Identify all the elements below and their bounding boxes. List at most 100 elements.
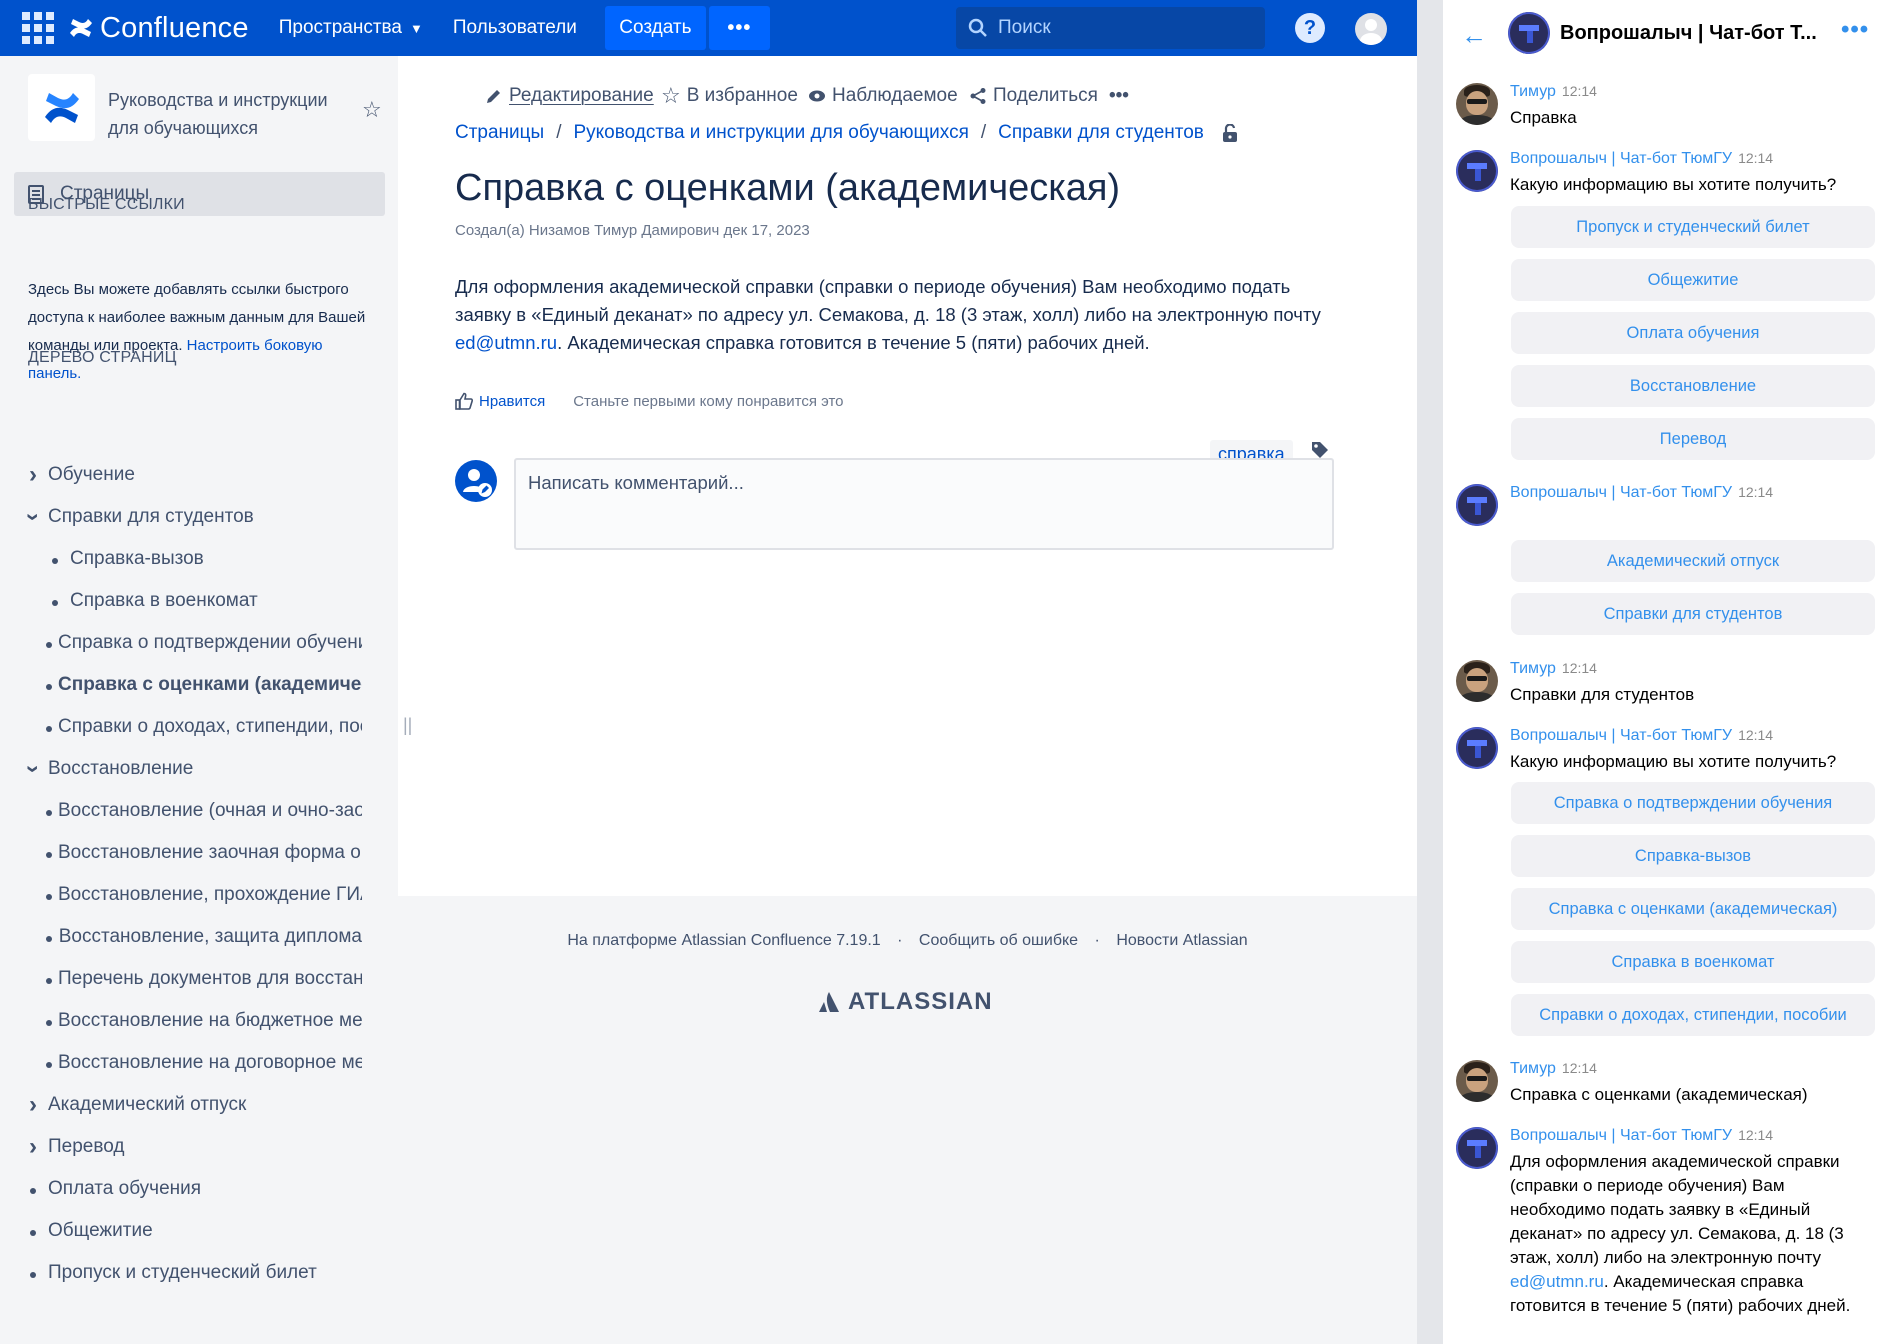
app-switcher-icon[interactable] xyxy=(20,10,56,46)
page-tree-item[interactable]: Общежитие xyxy=(0,1210,362,1252)
favorite-action[interactable]: ☆ В избранное xyxy=(661,81,798,111)
page-tree-item[interactable]: › Справки для студентов xyxy=(0,496,362,538)
page-tree-item[interactable]: › Перевод xyxy=(0,1126,362,1168)
breadcrumb-pages[interactable]: Страницы xyxy=(455,122,544,144)
page-tree-item[interactable]: Восстановление на договорное место xyxy=(0,1042,362,1084)
space-title[interactable]: Руководства и инструкции для обучающихся xyxy=(108,86,358,142)
bot-keyboard-button[interactable]: Оплата обучения xyxy=(1511,312,1875,354)
footer-powered[interactable]: На платформе Atlassian Confluence 7.19.1 xyxy=(567,932,880,949)
page-tree-item[interactable]: Справка-вызов xyxy=(0,538,362,580)
chevron-right-icon[interactable]: › xyxy=(24,461,42,489)
page-tree-item[interactable]: Справки о доходах, стипендии, пособии xyxy=(0,706,362,748)
user-avatar[interactable] xyxy=(1456,1060,1498,1102)
email-link[interactable]: ed@utmn.ru xyxy=(455,332,557,353)
page-tree-item[interactable]: Восстановление, прохождение ГИА xyxy=(0,874,362,916)
page-tree-label: Восстановление xyxy=(48,758,194,779)
bot-avatar[interactable] xyxy=(1456,727,1498,769)
chat-title[interactable]: Вопрошалыч | Чат-бот Т... xyxy=(1560,22,1820,45)
user-avatar[interactable] xyxy=(1456,83,1498,125)
search-icon xyxy=(968,18,987,37)
page-tree-item[interactable]: › Обучение xyxy=(0,454,362,496)
thumbs-up-icon[interactable] xyxy=(455,392,473,410)
create-more-button[interactable]: ••• xyxy=(708,6,770,50)
email-link[interactable]: ed@utmn.ru xyxy=(1510,1272,1604,1291)
search-input[interactable]: Поиск xyxy=(956,7,1265,49)
page-tree-item[interactable]: Оплата обучения xyxy=(0,1168,362,1210)
page-tree-item[interactable]: Справка в военкомат xyxy=(0,580,362,622)
bullet-icon xyxy=(46,642,52,648)
footer-report-bug[interactable]: Сообщить об ошибке xyxy=(919,932,1078,949)
like-button[interactable]: Нравится xyxy=(479,393,545,410)
main-content: Редактирование ☆ В избранное Наблюдаемое… xyxy=(398,56,1417,896)
message-author[interactable]: Вопрошалыч | Чат-бот ТюмГУ xyxy=(1510,484,1732,501)
page-tree-label: Перевод xyxy=(48,1136,125,1157)
breadcrumb-separator: / xyxy=(980,122,987,143)
search-placeholder: Поиск xyxy=(998,17,1051,38)
page-tree-label: Восстановление (очная и очно-заочная фор… xyxy=(58,800,362,821)
page-tree-item[interactable]: Восстановление (очная и очно-заочная фор… xyxy=(0,790,362,832)
message-meta: Тимур 12:14 xyxy=(1510,1060,1597,1078)
comment-input[interactable]: Написать комментарий... xyxy=(514,458,1334,550)
more-actions-button[interactable]: ••• xyxy=(1109,81,1129,111)
bot-keyboard-button[interactable]: Справки о доходах, стипендии, пособии xyxy=(1511,994,1875,1036)
page-tree-item[interactable]: Восстановление заочная форма обучения xyxy=(0,832,362,874)
bot-keyboard-button[interactable]: Восстановление xyxy=(1511,365,1875,407)
page-tree-item[interactable]: › Академический отпуск xyxy=(0,1084,362,1126)
breadcrumb-parent[interactable]: Справки для студентов xyxy=(998,122,1204,144)
message-author[interactable]: Вопрошалыч | Чат-бот ТюмГУ xyxy=(1510,150,1732,167)
page-tree-item[interactable]: Справка о подтверждении обучения xyxy=(0,622,362,664)
create-button[interactable]: Создать xyxy=(604,6,706,50)
message-author[interactable]: Тимур xyxy=(1510,660,1556,677)
help-icon[interactable]: ? xyxy=(1295,13,1325,43)
star-icon[interactable]: ☆ xyxy=(362,97,382,123)
bullet-icon xyxy=(46,936,53,942)
bot-keyboard-button[interactable]: Пропуск и студенческий билет xyxy=(1511,206,1875,248)
watch-action[interactable]: Наблюдаемое xyxy=(808,81,958,111)
bot-avatar[interactable] xyxy=(1508,12,1550,54)
breadcrumb-space[interactable]: Руководства и инструкции для обучающихся xyxy=(573,122,968,144)
user-avatar-icon[interactable] xyxy=(1355,13,1387,45)
page-tree-item[interactable]: Перечень документов для восстановления xyxy=(0,958,362,1000)
bot-keyboard-button[interactable]: Справка в военкомат xyxy=(1511,941,1875,983)
message-author[interactable]: Вопрошалыч | Чат-бот ТюмГУ xyxy=(1510,1127,1732,1144)
bot-keyboard-button[interactable]: Справка-вызов xyxy=(1511,835,1875,877)
favorite-label: В избранное xyxy=(686,85,798,106)
unlock-icon[interactable] xyxy=(1222,124,1238,142)
bot-keyboard-button[interactable]: Справка о подтверждении обучения xyxy=(1511,782,1875,824)
nav-users[interactable]: Пользователи xyxy=(453,17,577,39)
page-tree-item[interactable]: Пропуск и студенческий билет xyxy=(0,1252,362,1294)
tag-icon[interactable] xyxy=(1310,440,1330,460)
message-author[interactable]: Тимур xyxy=(1510,1060,1556,1077)
page-tree-item[interactable]: Справка с оценками (академическая) xyxy=(0,664,362,706)
confluence-logo[interactable]: Confluence xyxy=(68,12,249,45)
bullet-marker xyxy=(46,929,53,945)
page-tree-item[interactable]: Восстановление на бюджетное место xyxy=(0,1000,362,1042)
share-label: Поделиться xyxy=(993,85,1098,106)
chevron-right-icon[interactable]: › xyxy=(24,1133,42,1161)
user-avatar[interactable] xyxy=(1456,660,1498,702)
chevron-right-icon[interactable]: › xyxy=(24,1091,42,1119)
message-author[interactable]: Вопрошалыч | Чат-бот ТюмГУ xyxy=(1510,727,1732,744)
bot-keyboard-button[interactable]: Академический отпуск xyxy=(1511,540,1875,582)
space-logo[interactable] xyxy=(28,74,95,141)
bot-keyboard-button[interactable]: Справка с оценками (академическая) xyxy=(1511,888,1875,930)
bot-keyboard-button[interactable]: Справки для студентов xyxy=(1511,593,1875,635)
sidebar-resize-handle[interactable]: || xyxy=(403,715,412,736)
share-action[interactable]: Поделиться xyxy=(969,81,1098,111)
nav-spaces[interactable]: Пространства ▼ xyxy=(279,17,423,39)
bot-avatar[interactable] xyxy=(1456,150,1498,192)
back-arrow-icon[interactable]: ← xyxy=(1461,20,1487,51)
edit-action[interactable]: Редактирование xyxy=(485,81,654,111)
bot-avatar[interactable] xyxy=(1456,1127,1498,1169)
footer-news[interactable]: Новости Atlassian xyxy=(1116,932,1247,949)
page-tree-item[interactable]: › Восстановление xyxy=(0,748,362,790)
chevron-down-icon[interactable]: › xyxy=(19,760,47,778)
atlassian-logo[interactable]: ATLASSIAN xyxy=(818,988,993,1016)
page-tree-item[interactable]: Восстановление, защита диплома xyxy=(0,916,362,958)
bot-keyboard-button[interactable]: Общежитие xyxy=(1511,259,1875,301)
chevron-down-icon[interactable]: › xyxy=(19,508,47,526)
message-author[interactable]: Тимур xyxy=(1510,83,1556,100)
bot-avatar[interactable] xyxy=(1456,484,1498,526)
bot-keyboard-button[interactable]: Перевод xyxy=(1511,418,1875,460)
chat-menu-icon[interactable]: ••• xyxy=(1841,16,1869,44)
